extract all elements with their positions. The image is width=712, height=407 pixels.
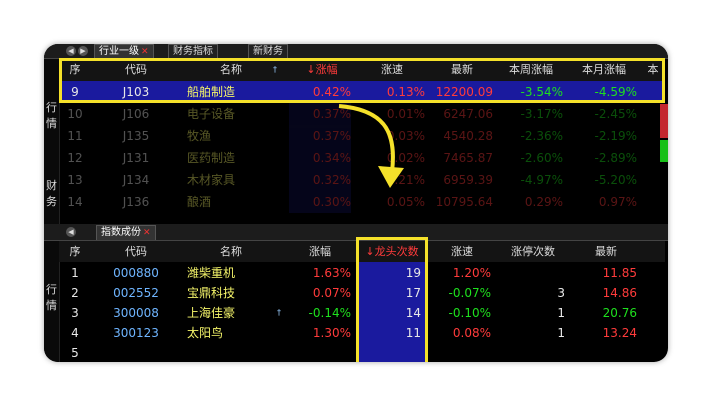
row-seq: 11 bbox=[67, 129, 83, 143]
row-name: 木材家具 bbox=[187, 173, 236, 187]
side-label-cai[interactable]: 财 bbox=[44, 177, 59, 193]
row-seq: 2 bbox=[71, 286, 79, 300]
row-last: 14.86 bbox=[602, 286, 637, 300]
row-speed: -0.07% bbox=[448, 286, 491, 300]
row-last: 11.85 bbox=[602, 266, 637, 280]
row-change: 1.30% bbox=[312, 326, 351, 340]
col-header-name[interactable]: 名称 bbox=[181, 241, 281, 263]
top-side-nav: 行 情 财 务 bbox=[44, 59, 60, 224]
tab-financial-indicators[interactable]: 财务指标 bbox=[168, 44, 218, 59]
row-speed: 0.05% bbox=[386, 195, 425, 209]
row-week: -3.17% bbox=[520, 107, 563, 121]
highlight-box-top bbox=[59, 58, 665, 103]
highlight-box-column bbox=[356, 237, 428, 362]
row-speed: 1.20% bbox=[452, 266, 491, 280]
bottom-side-nav: 行 情 bbox=[44, 241, 60, 362]
side-label-hang[interactable]: 行 bbox=[44, 99, 59, 115]
row-code: 300123 bbox=[113, 326, 159, 340]
row-change: -0.14% bbox=[308, 306, 351, 320]
row-code: J134 bbox=[122, 173, 150, 187]
row-month: -2.89% bbox=[594, 151, 637, 165]
curved-arrow-icon bbox=[338, 104, 404, 188]
row-month: -2.19% bbox=[594, 129, 637, 143]
row-month: -2.45% bbox=[594, 107, 637, 121]
row-week: -2.60% bbox=[520, 151, 563, 165]
top-tab-bar: ◀ ▶ 行业一级 ✕ 财务指标 新财务 bbox=[44, 44, 668, 59]
row-speed: -0.10% bbox=[448, 306, 491, 320]
col-header-speed[interactable]: 涨速 bbox=[429, 241, 495, 263]
row-name: 潍柴重机 bbox=[187, 266, 236, 280]
row-seq: 3 bbox=[71, 306, 79, 320]
tab-label: 指数成份 bbox=[101, 227, 141, 238]
side-label-wu[interactable]: 务 bbox=[44, 193, 59, 209]
right-indicator-green bbox=[660, 140, 668, 162]
row-code: J131 bbox=[122, 151, 150, 165]
row-seq: 12 bbox=[67, 151, 83, 165]
row-name: 电子设备 bbox=[187, 107, 236, 121]
row-name: 医药制造 bbox=[187, 151, 236, 165]
col-header-code[interactable]: 代码 bbox=[91, 241, 181, 263]
row-seq: 5 bbox=[71, 346, 79, 360]
right-indicator-red bbox=[660, 104, 668, 138]
row-last: 6959.39 bbox=[443, 173, 493, 187]
row-last: 4540.28 bbox=[443, 129, 493, 143]
row-code: 300008 bbox=[113, 306, 159, 320]
row-name: 宝鼎科技 bbox=[187, 286, 236, 300]
row-last: 7465.87 bbox=[443, 151, 493, 165]
row-seq: 10 bbox=[67, 107, 83, 121]
col-header-last[interactable]: 最新 bbox=[571, 241, 641, 263]
row-week: -4.97% bbox=[520, 173, 563, 187]
row-name: 牧渔 bbox=[187, 129, 212, 143]
row-limit-up-count: 1 bbox=[557, 306, 565, 320]
row-change: 0.07% bbox=[312, 286, 351, 300]
close-icon[interactable]: ✕ bbox=[141, 47, 149, 57]
row-code: J106 bbox=[122, 107, 150, 121]
row-seq: 1 bbox=[71, 266, 79, 280]
row-last: 10795.64 bbox=[435, 195, 493, 209]
row-speed: 0.08% bbox=[452, 326, 491, 340]
stock-software-window: ◀ ▶ 行业一级 ✕ 财务指标 新财务 行 情 财 务 序 代码 名称 † ↓涨幅… bbox=[44, 44, 668, 362]
row-code: 000880 bbox=[113, 266, 159, 280]
chevron-left-icon[interactable]: ◀ bbox=[66, 227, 76, 237]
col-header-change[interactable]: 涨幅 bbox=[285, 241, 355, 263]
tab-index-constituents[interactable]: 指数成份 ✕ bbox=[96, 225, 156, 240]
row-change: 0.30% bbox=[289, 191, 351, 213]
tab-label: 行业一级 bbox=[99, 46, 139, 57]
row-name: 上海佳豪 bbox=[187, 306, 236, 320]
tab-industry-level1[interactable]: 行业一级 ✕ bbox=[94, 44, 154, 59]
row-last: 20.76 bbox=[602, 306, 637, 320]
row-last: 13.24 bbox=[602, 326, 637, 340]
tab-new-financial[interactable]: 新财务 bbox=[248, 44, 288, 59]
row-week: -2.36% bbox=[520, 129, 563, 143]
row-seq: 13 bbox=[67, 173, 83, 187]
tab-label: 财务指标 bbox=[173, 46, 213, 57]
table-row[interactable]: 14 J136 酿酒 0.30% 0.05% 10795.64 0.29% 0.… bbox=[59, 191, 665, 213]
row-month: 0.97% bbox=[598, 195, 637, 209]
chevron-left-icon[interactable]: ◀ bbox=[66, 46, 76, 56]
row-seq: 14 bbox=[67, 195, 83, 209]
close-icon[interactable]: ✕ bbox=[143, 228, 151, 238]
row-limit-up-count: 1 bbox=[557, 326, 565, 340]
row-seq: 4 bbox=[71, 326, 79, 340]
row-code: J135 bbox=[122, 129, 150, 143]
row-code: J136 bbox=[122, 195, 150, 209]
side-label-qing[interactable]: 情 bbox=[44, 115, 59, 131]
side-label-qing[interactable]: 情 bbox=[44, 297, 59, 313]
row-month: -5.20% bbox=[594, 173, 637, 187]
row-week: 0.29% bbox=[524, 195, 563, 209]
row-code: 002552 bbox=[113, 286, 159, 300]
tab-label: 新财务 bbox=[253, 46, 283, 57]
col-header-limit-up-count[interactable]: 涨停次数 bbox=[495, 241, 571, 263]
row-name: 太阳鸟 bbox=[187, 326, 224, 340]
pin-icon: † bbox=[277, 308, 281, 317]
row-last: 6247.06 bbox=[443, 107, 493, 121]
chevron-right-icon[interactable]: ▶ bbox=[78, 46, 88, 56]
row-change: 1.63% bbox=[312, 266, 351, 280]
row-limit-up-count bbox=[495, 263, 565, 285]
row-name: 酿酒 bbox=[187, 195, 212, 209]
row-limit-up-count: 3 bbox=[557, 286, 565, 300]
col-header-seq[interactable]: 序 bbox=[59, 241, 91, 263]
side-label-hang[interactable]: 行 bbox=[44, 281, 59, 297]
